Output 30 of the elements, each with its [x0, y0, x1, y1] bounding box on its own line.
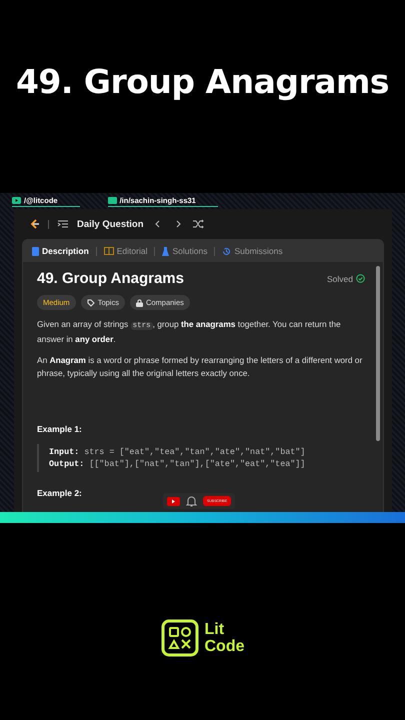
check-circle-icon: [356, 274, 365, 283]
tab[interactable]: Solutions: [159, 246, 210, 256]
tab[interactable]: Editorial: [100, 246, 150, 256]
logo-text: Lit: [204, 621, 226, 638]
tab[interactable]: Submissions: [219, 246, 286, 256]
history-icon: [222, 246, 232, 256]
example-heading: Example 2:: [37, 488, 83, 498]
example-heading: Example 1:: [37, 424, 83, 434]
tab[interactable]: Description: [29, 246, 92, 256]
video-icon: [167, 496, 180, 506]
book-icon: [104, 247, 114, 255]
video-icon: [12, 197, 21, 204]
problem-title: 49. Group Anagrams: [37, 270, 184, 287]
document-icon: [32, 246, 39, 256]
logo-text: Code: [204, 638, 244, 655]
tag-icon: [86, 298, 95, 306]
description-paragraph: An Anagram is a word or phrase formed by rearranging the letters of a different word or phrase, typically using all the original letters exactly once.: [37, 354, 364, 380]
app-logo-icon: [28, 218, 40, 230]
headline: 49. Group Anagrams: [16, 62, 390, 101]
list-icon[interactable]: [57, 218, 69, 230]
flask-icon: [162, 246, 170, 256]
shuffle-icon[interactable]: [192, 218, 204, 230]
daily-question-title[interactable]: Daily Question: [77, 218, 144, 230]
logo-icon: [160, 619, 198, 657]
example-line: Input: strs = ["eat","tea","tan","ate","nat","bat"]: [49, 446, 306, 458]
example-line: Output: [["bat"],["nat","tan"],["ate","eat","tea"]]: [49, 458, 306, 470]
lock-icon: [136, 298, 143, 306]
solved-label: Solved: [327, 274, 353, 284]
bell-icon: [186, 495, 197, 507]
scrollbar[interactable]: [376, 266, 380, 441]
